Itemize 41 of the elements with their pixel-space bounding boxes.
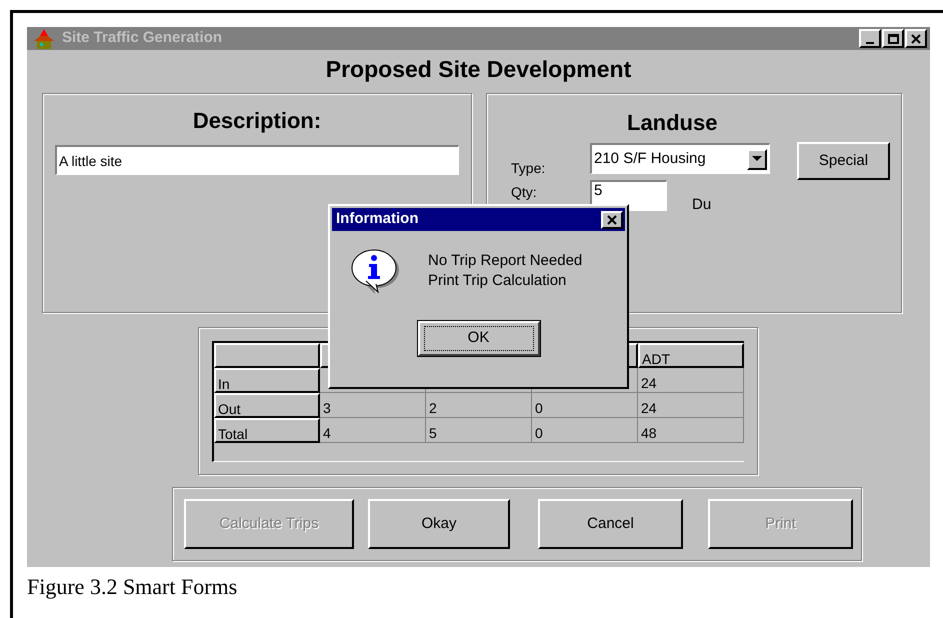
qty-label: Qty:	[511, 183, 537, 202]
close-icon	[606, 214, 618, 226]
table-cell: 24	[638, 368, 744, 393]
type-label: Type:	[511, 159, 546, 178]
close-button[interactable]	[601, 210, 623, 228]
row-header: Out	[214, 393, 320, 418]
table-cell: 0	[532, 418, 638, 443]
action-button[interactable]: Cancel	[538, 499, 683, 549]
action-button: Print	[708, 499, 853, 549]
table-cell: 48	[638, 418, 744, 443]
message-text: Print Trip Calculation	[428, 271, 568, 291]
table-cell: 4	[320, 418, 426, 443]
ok-button[interactable]: OK	[418, 321, 540, 356]
unit-label: Du	[692, 195, 712, 215]
table-cell: 3	[320, 393, 426, 418]
info-icon	[351, 249, 401, 295]
minimize-icon	[866, 42, 874, 44]
type-dropdown[interactable]: 210 S/F Housing	[590, 143, 770, 174]
close-icon	[909, 32, 923, 46]
message-text: No Trip Report Needed	[428, 251, 582, 271]
table-cell: 2	[426, 393, 532, 418]
close-button[interactable]	[905, 29, 927, 48]
group-label: Landuse	[627, 109, 718, 137]
action-button: Calculate Trips	[184, 499, 354, 549]
dialog-title: Information	[336, 209, 418, 230]
row-header: In	[214, 368, 320, 393]
group-label: Description:	[192, 107, 322, 135]
description-field[interactable]: A little site	[55, 145, 459, 175]
action-button[interactable]: Okay	[368, 499, 510, 549]
special-button[interactable]: Special	[797, 142, 890, 180]
window-title: Site Traffic Generation	[62, 28, 222, 48]
table-cell: 5	[426, 418, 532, 443]
table-cell: 0	[532, 393, 638, 418]
maximize-button[interactable]	[882, 29, 904, 48]
row-header: Total	[214, 418, 320, 443]
column-header: ADT	[638, 343, 744, 368]
form-heading: Proposed Site Development	[326, 54, 632, 84]
minimize-button[interactable]	[859, 29, 881, 48]
figure-caption: Figure 3.2 Smart Forms	[27, 573, 238, 601]
maximize-icon	[886, 32, 900, 46]
table-cell: 24	[638, 393, 744, 418]
